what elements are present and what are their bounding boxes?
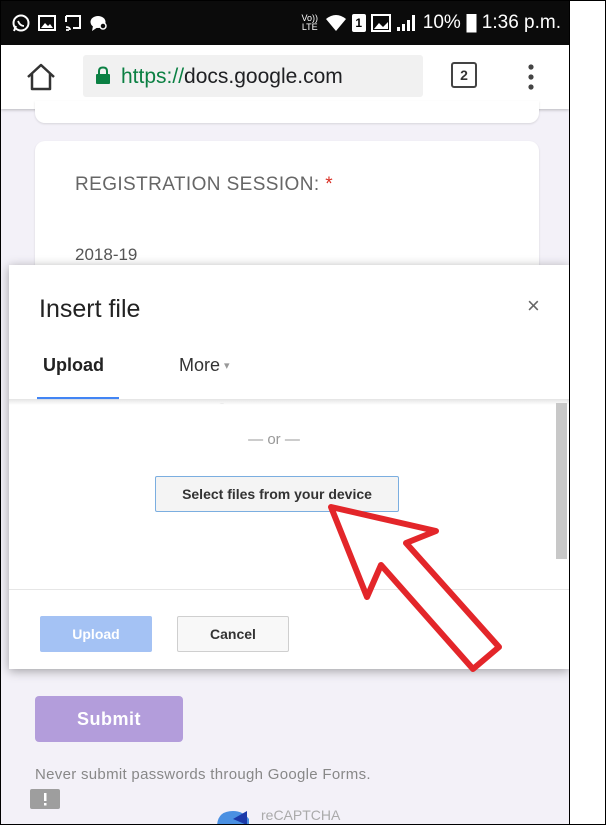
network-label: Vo)) LTE (301, 13, 318, 32)
scrollbar[interactable] (556, 403, 567, 559)
address-bar[interactable]: https://docs.google.com (83, 55, 423, 97)
close-icon[interactable]: × (527, 293, 540, 319)
image-icon (370, 14, 391, 32)
recaptcha-icon (217, 811, 249, 824)
recaptcha-label: reCAPTCHA (261, 807, 341, 823)
tab-more-label: More (179, 355, 221, 375)
or-separator: — or — (248, 431, 300, 448)
status-time: 1:36 p.m. (481, 12, 561, 33)
battery-percent: 10% (422, 12, 461, 33)
tab-upload[interactable]: Upload (43, 355, 104, 376)
upload-button[interactable]: Upload (40, 616, 152, 652)
battery-icon (466, 14, 477, 33)
status-right-group: Vo)) LTE 1 10% 1:36 p.m. (300, 10, 561, 36)
url-text: https://docs.google.com (121, 65, 343, 89)
browser-toolbar: https://docs.google.com 2 (1, 45, 569, 109)
overflow-menu-icon[interactable] (521, 61, 541, 93)
lock-icon (96, 66, 110, 84)
dialog-title: Insert file (39, 295, 141, 323)
drop-target-graphic (219, 403, 225, 404)
url-scheme: https:// (121, 65, 185, 88)
question-label: REGISTRATION SESSION: * (75, 174, 333, 196)
whatsapp-icon (12, 14, 30, 32)
signal-icon (396, 15, 415, 31)
cast-icon (65, 15, 81, 31)
url-host: docs.google.com (184, 65, 343, 88)
password-warning: Never submit passwords through Google Fo… (35, 766, 371, 783)
upload-drop-area: — or — Select files from your device (9, 403, 569, 589)
gallery-icon (38, 15, 56, 31)
screenshot-frame: Vo)) LTE 1 10% 1:36 p.m. https://docs.go… (0, 0, 606, 825)
question-label-text: REGISTRATION SESSION: (75, 174, 320, 195)
tab-more[interactable]: More ▾ (179, 355, 230, 376)
tab-switcher-icon[interactable]: 2 (451, 62, 477, 88)
chat-bubble-icon (90, 16, 107, 31)
wifi-icon (325, 15, 346, 31)
dialog-divider (9, 589, 569, 590)
submit-button[interactable]: Submit (35, 696, 183, 742)
caret-down-icon: ▾ (224, 360, 230, 372)
phone-screen: Vo)) LTE 1 10% 1:36 p.m. https://docs.go… (1, 1, 569, 824)
sim-icon: 1 (351, 14, 366, 32)
select-files-button[interactable]: Select files from your device (155, 476, 399, 512)
previous-question-card (35, 101, 539, 123)
question-answer[interactable]: 2018-19 (75, 245, 137, 265)
phone-edge-rule (569, 1, 570, 824)
status-bar: Vo)) LTE 1 10% 1:36 p.m. (1, 1, 569, 45)
required-marker: * (319, 174, 334, 195)
feedback-icon[interactable] (29, 788, 61, 812)
home-icon[interactable] (23, 59, 59, 95)
insert-file-dialog: Insert file × Upload More ▾ — or — Select… (9, 265, 569, 669)
cancel-button[interactable]: Cancel (177, 616, 289, 652)
